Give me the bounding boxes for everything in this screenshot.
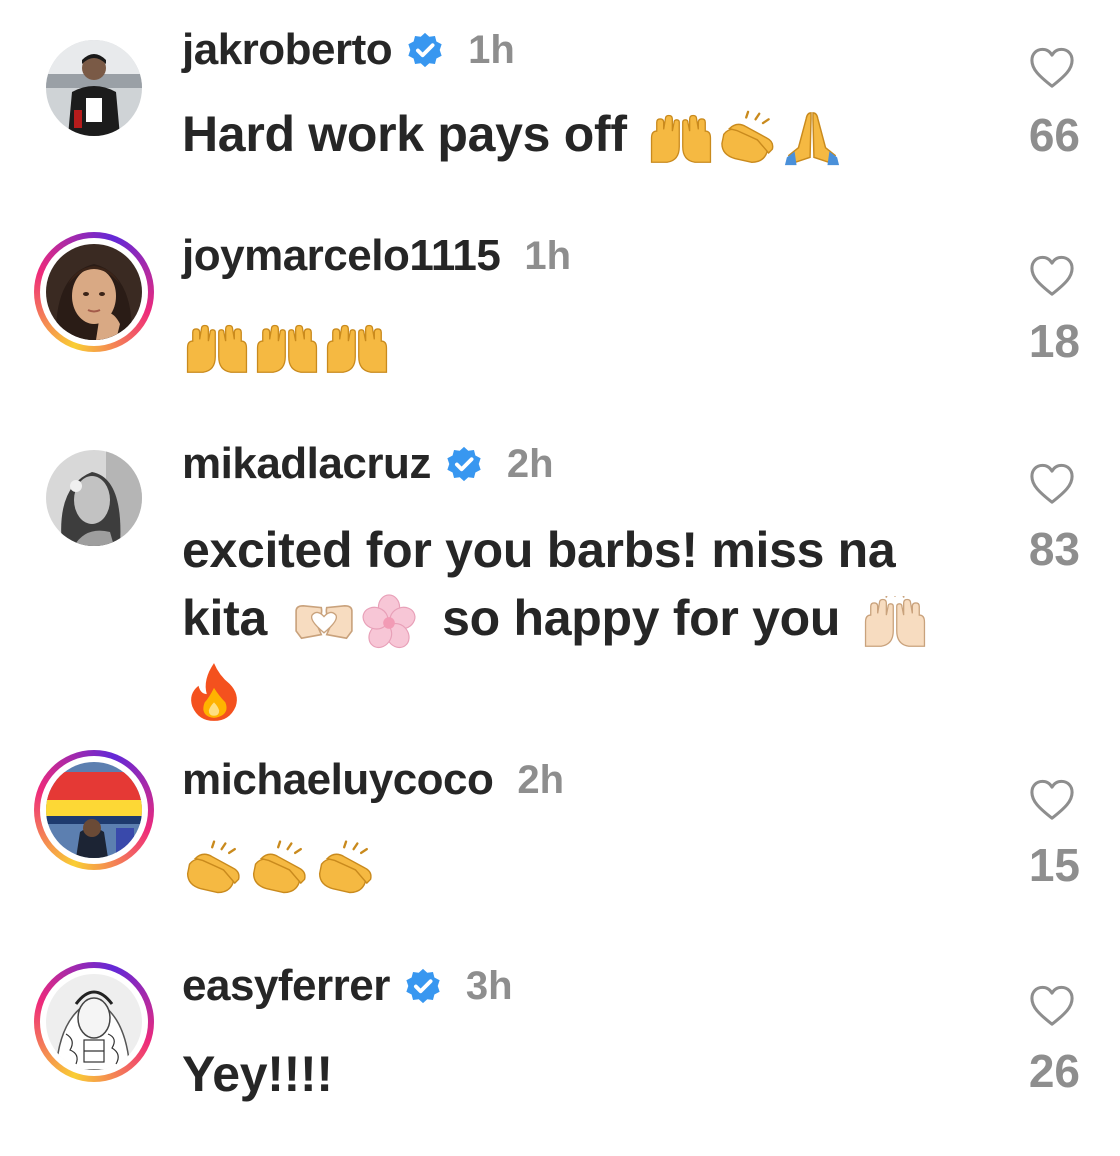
raising-hands-icon [646,112,716,164]
avatar[interactable] [34,962,154,1082]
comment-body: Yey!!!! [182,1040,333,1108]
username[interactable]: michaeluycoco [182,755,494,805]
comment-body [182,830,380,898]
comment-text-line2a: kita [182,590,267,646]
comment-time: 3h [465,963,513,1008]
avatar[interactable] [34,750,154,870]
heart-outline-icon[interactable] [1026,254,1078,298]
verified-badge-icon [404,967,442,1005]
comment-body [182,654,240,723]
heart-outline-icon[interactable] [1026,46,1078,90]
username[interactable]: easyferrer [182,961,390,1011]
comment-text-line1: excited for you barbs! miss na [182,522,896,578]
verified-badge-icon [445,445,483,483]
comment-time: 1h [468,27,515,72]
like-count: 18 [1028,315,1080,367]
comment-time: 2h [517,757,565,802]
username[interactable]: jakroberto [182,25,393,75]
like-count: 15 [1028,839,1080,891]
comment-text-line2b: so happy for you [442,590,841,646]
like-count: 26 [1028,1045,1080,1097]
raising-hands-icon [182,322,252,374]
heart-outline-icon[interactable] [1026,462,1078,506]
avatar[interactable] [34,232,154,352]
heart-outline-icon[interactable] [1026,778,1078,822]
folded-hands-icon [782,109,842,167]
comment-time: 2h [506,441,554,486]
username[interactable]: joymarcelo1115 [182,231,501,281]
avatar[interactable] [34,438,154,558]
verified-badge-icon [406,31,444,69]
clapping-hands-icon [182,839,248,897]
heart-hands-icon [291,595,357,649]
raising-hands-icon [860,596,930,648]
comment-body: kita so happy for you [182,584,930,652]
fire-icon [188,661,240,723]
comment-text: Hard work pays off [182,106,627,162]
clapping-hands-icon [248,839,314,897]
avatar[interactable] [34,28,154,148]
clapping-hands-icon [716,110,782,166]
comment-text: Yey!!!! [182,1046,333,1102]
comment-time: 1h [524,233,572,278]
like-count: 83 [1028,523,1080,575]
raising-hands-icon [322,322,392,374]
like-count: 66 [1028,109,1080,161]
comment-body: Hard work pays off [182,100,842,168]
raising-hands-icon [252,322,322,374]
comment-body [182,310,392,378]
comment-body: excited for you barbs! miss na [182,516,896,584]
username[interactable]: mikadlacruz [182,439,431,489]
cherry-blossom-icon [357,593,421,651]
heart-outline-icon[interactable] [1026,984,1078,1028]
clapping-hands-icon [314,839,380,897]
